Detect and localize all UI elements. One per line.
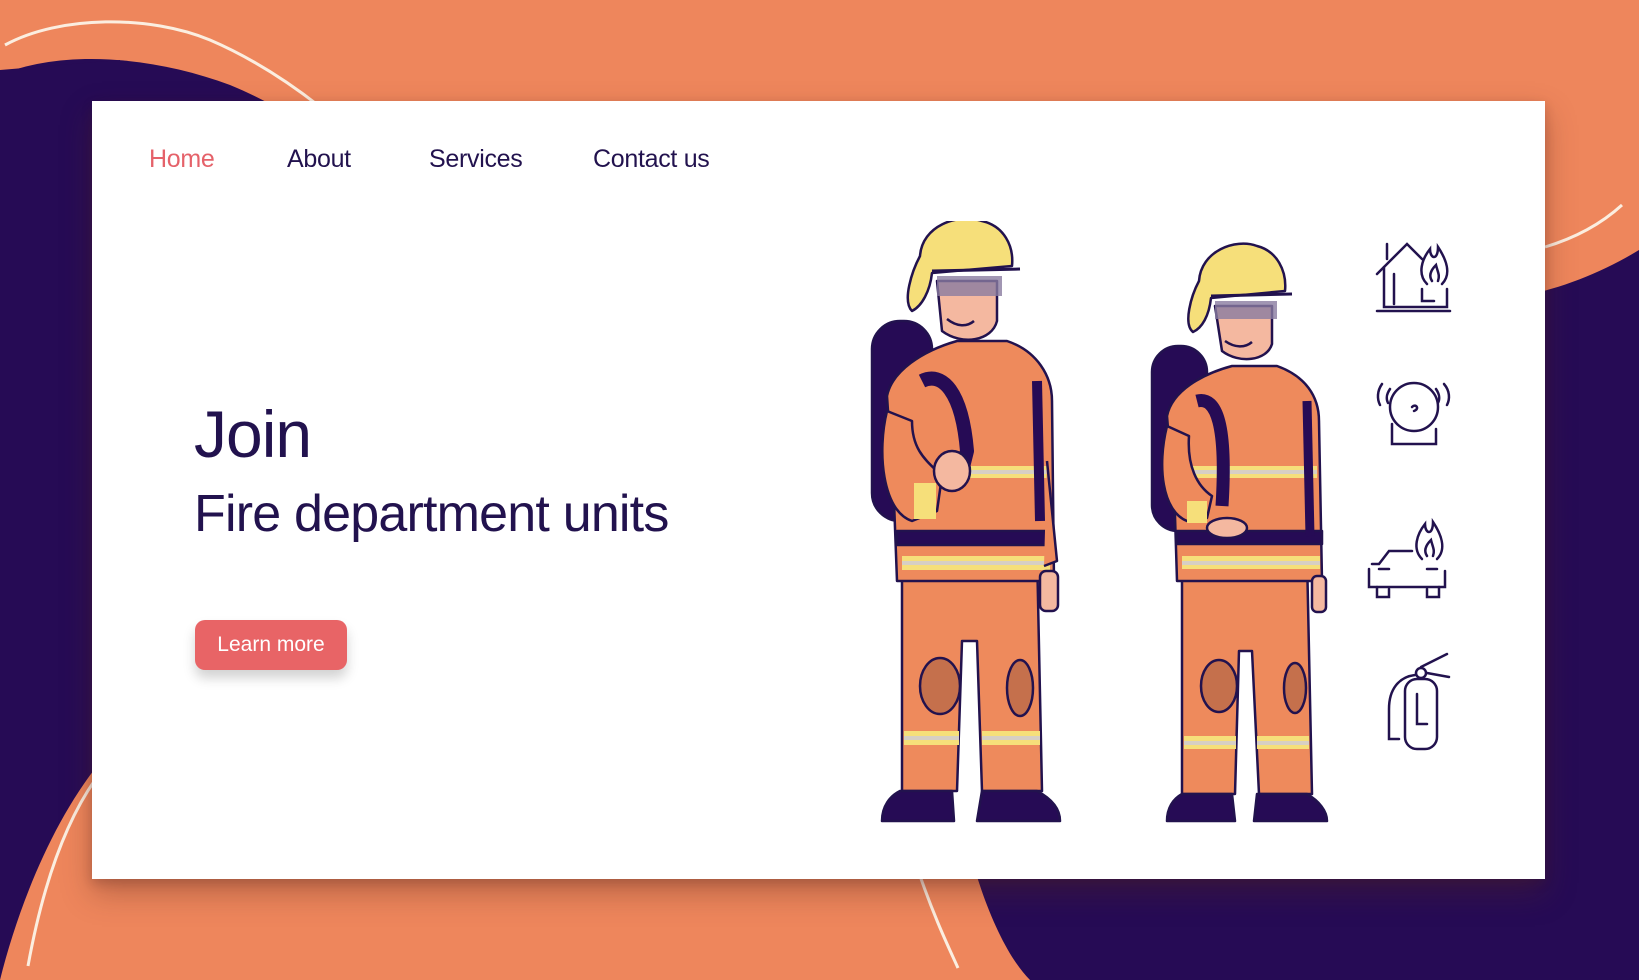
burning-house-icon	[1375, 242, 1452, 313]
fire-extinguisher-icon	[1387, 652, 1451, 751]
knee-pad	[1005, 658, 1035, 718]
hand	[932, 449, 972, 493]
visor	[1215, 301, 1277, 319]
boot	[880, 789, 956, 823]
burning-car-icon	[1367, 517, 1447, 599]
landing-page-card: Home About Services Contact us Join Fire…	[92, 101, 1545, 879]
fire-alarm-bell-icon	[1376, 381, 1451, 446]
nav-item-about[interactable]: About	[287, 145, 351, 174]
hand	[1205, 516, 1249, 540]
knee-pad	[1199, 658, 1239, 714]
side-icons	[1362, 219, 1462, 859]
boot	[975, 789, 1062, 823]
boot	[1165, 792, 1237, 823]
learn-more-button[interactable]: Learn more	[195, 620, 347, 670]
belt	[895, 529, 1054, 547]
firefighter-man	[870, 221, 1062, 823]
nav-item-services[interactable]: Services	[429, 145, 523, 174]
firefighter-woman	[1150, 242, 1329, 823]
knee-pad	[1282, 661, 1308, 715]
visor	[937, 276, 1002, 296]
belt	[1175, 529, 1324, 546]
firefighters-illustration	[870, 221, 1329, 823]
nav-item-contact-us[interactable]: Contact us	[593, 145, 710, 174]
knee-pad	[918, 656, 962, 716]
hero-title-line1: Join	[194, 397, 312, 471]
nav-item-home[interactable]: Home	[149, 145, 215, 174]
boot	[1252, 792, 1329, 823]
hero-title-line2: Fire department units	[194, 485, 669, 543]
